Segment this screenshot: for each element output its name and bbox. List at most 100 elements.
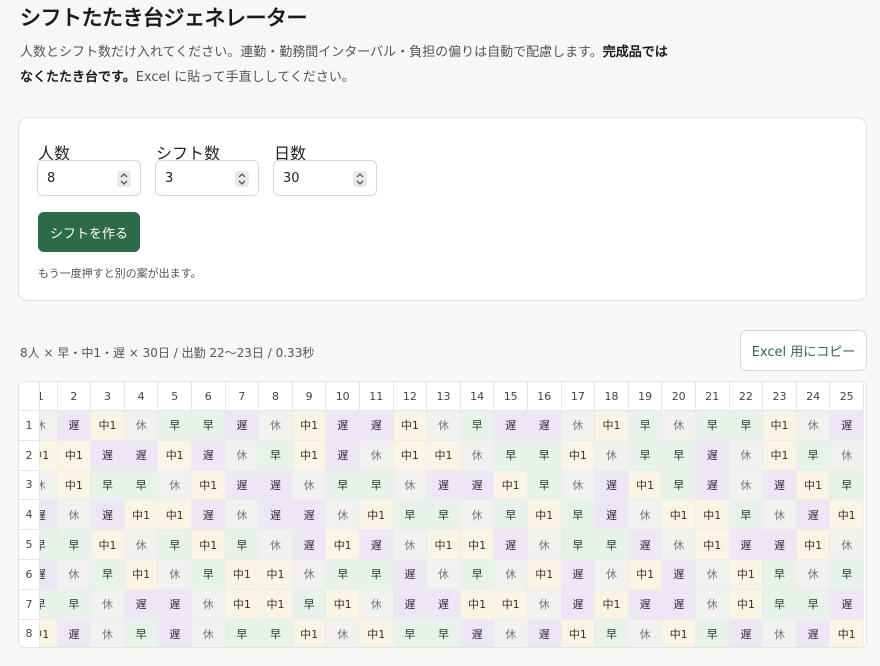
shift-cell[interactable]: 早 — [494, 440, 528, 471]
shift-cell[interactable]: 遅 — [427, 470, 461, 501]
days-input[interactable]: 30 — [273, 160, 377, 196]
shift-cell[interactable]: 遅 — [494, 530, 528, 560]
shift-cell[interactable]: 早 — [696, 411, 730, 441]
shift-cell[interactable]: 早 — [729, 500, 764, 531]
shift-cell[interactable]: 早 — [763, 589, 797, 620]
shift-cell[interactable]: 中1 — [57, 470, 92, 501]
shift-cell[interactable]: 遅 — [259, 470, 293, 501]
shift-cell[interactable]: 遅 — [124, 589, 159, 620]
shift-cell[interactable]: 中1 — [729, 560, 764, 590]
shift-cell[interactable]: 中1 — [360, 500, 394, 531]
shift-cell[interactable]: 中1 — [292, 411, 327, 441]
shifts-stepper-icon[interactable] — [235, 171, 249, 187]
shift-cell[interactable]: 休 — [158, 470, 192, 501]
shift-cell[interactable]: 早 — [796, 589, 831, 620]
shift-cell[interactable]: 中1 — [796, 530, 831, 560]
days-stepper-icon[interactable] — [353, 171, 367, 187]
shift-cell[interactable]: 中1 — [124, 500, 159, 531]
shift-cell[interactable]: 休 — [427, 411, 461, 441]
shift-cell[interactable]: 休 — [528, 589, 562, 620]
shift-cell[interactable]: 休 — [662, 411, 696, 441]
shift-cell[interactable]: 遅 — [628, 589, 663, 620]
shift-cell[interactable]: 中1 — [528, 500, 562, 531]
shift-cell[interactable]: 遅 — [192, 500, 226, 531]
shift-cell[interactable]: 遅 — [360, 530, 394, 560]
shift-cell[interactable]: 早 — [595, 619, 629, 647]
shift-cell[interactable]: 遅 — [393, 560, 428, 590]
shift-cell[interactable]: 早 — [796, 440, 831, 471]
shift-cell[interactable]: 休 — [595, 440, 629, 471]
shift-cell[interactable]: 休 — [124, 530, 159, 560]
shift-cell[interactable]: 休 — [158, 560, 192, 590]
shift-cell[interactable]: 早 — [326, 560, 360, 590]
shift-cell[interactable]: 遅 — [57, 411, 92, 441]
shift-cell[interactable]: 休 — [830, 440, 864, 471]
shift-cell[interactable]: 遅 — [662, 560, 696, 590]
shift-cell[interactable]: 中1 — [763, 411, 797, 441]
shift-cell[interactable]: 早 — [561, 530, 596, 560]
shift-cell[interactable]: 休 — [628, 619, 663, 647]
shift-cell[interactable]: 遅 — [292, 530, 327, 560]
shift-cell[interactable]: 休 — [292, 470, 327, 501]
shift-cell[interactable]: 休 — [460, 440, 495, 471]
shift-cell[interactable]: 早 — [124, 470, 159, 501]
shift-cell[interactable]: 遅 — [225, 470, 260, 501]
shift-cell[interactable]: 休 — [561, 470, 596, 501]
shift-cell[interactable]: 早 — [326, 470, 360, 501]
shift-cell[interactable]: 中1 — [696, 530, 730, 560]
shift-cell[interactable]: 中1 — [158, 500, 192, 531]
shift-cell[interactable]: 中1 — [628, 560, 663, 590]
shift-cell[interactable]: 早 — [460, 560, 495, 590]
shift-cell[interactable]: 中1 — [91, 411, 125, 441]
shift-cell[interactable]: 休 — [595, 560, 629, 590]
shift-cell[interactable]: 休 — [662, 530, 696, 560]
shift-cell[interactable]: 早 — [696, 619, 730, 647]
shift-cell[interactable]: 遅 — [427, 589, 461, 620]
shift-cell[interactable]: 早 — [360, 560, 394, 590]
shift-cell[interactable]: 中1 — [628, 470, 663, 501]
shift-cell[interactable]: 中1 — [124, 560, 159, 590]
shift-cell[interactable]: 遅 — [561, 560, 596, 590]
shift-cell[interactable]: 遅 — [662, 589, 696, 620]
shift-cell[interactable]: 休 — [763, 500, 797, 531]
shift-cell[interactable]: 遅 — [259, 500, 293, 531]
shift-cell[interactable]: 早 — [460, 411, 495, 441]
shift-cell[interactable]: 休 — [796, 411, 831, 441]
shift-cell[interactable]: 早 — [528, 470, 562, 501]
shift-cell[interactable]: 遅 — [192, 440, 226, 471]
shift-cell[interactable]: 中1 — [225, 589, 260, 620]
shift-cell[interactable]: 休 — [460, 500, 495, 531]
shift-cell[interactable]: 中1 — [259, 560, 293, 590]
shift-cell[interactable]: 早 — [192, 411, 226, 441]
shift-cell[interactable]: 休 — [192, 619, 226, 647]
shift-cell[interactable]: 休 — [124, 411, 159, 441]
shift-cell[interactable]: 中1 — [292, 440, 327, 471]
shift-cell[interactable]: 休 — [696, 560, 730, 590]
excel-copy-button[interactable]: Excel 用にコピー — [740, 330, 867, 371]
shift-cell[interactable]: 中1 — [326, 530, 360, 560]
shift-cell[interactable]: 早 — [528, 440, 562, 471]
shift-cell[interactable]: 休 — [393, 470, 428, 501]
shift-cell[interactable]: 休 — [91, 589, 125, 620]
shift-cell[interactable]: 早 — [393, 619, 428, 647]
shift-cell[interactable]: 休 — [259, 411, 293, 441]
shift-cell[interactable]: 休 — [259, 530, 293, 560]
shift-cell[interactable]: 遅 — [91, 500, 125, 531]
shift-cell[interactable]: 休 — [292, 560, 327, 590]
shift-cell[interactable]: 休 — [326, 500, 360, 531]
shift-cell[interactable]: 休 — [192, 589, 226, 620]
shift-cell[interactable]: 中1 — [662, 500, 696, 531]
shift-cell[interactable]: 遅 — [561, 589, 596, 620]
shift-cell[interactable]: 中1 — [57, 440, 92, 471]
shift-cell[interactable]: 早 — [225, 619, 260, 647]
shift-cell[interactable]: 遅 — [796, 619, 831, 647]
shift-cell[interactable]: 遅 — [763, 470, 797, 501]
shift-cell[interactable]: 休 — [393, 530, 428, 560]
shift-cell[interactable]: 遅 — [326, 411, 360, 441]
shift-cell[interactable]: 早 — [830, 470, 864, 501]
shift-cell[interactable]: 中1 — [225, 560, 260, 590]
shift-cell[interactable]: 遅 — [158, 589, 192, 620]
shift-cell[interactable]: 早 — [662, 470, 696, 501]
people-input[interactable]: 8 — [37, 160, 141, 196]
shift-cell[interactable]: 中1 — [595, 589, 629, 620]
